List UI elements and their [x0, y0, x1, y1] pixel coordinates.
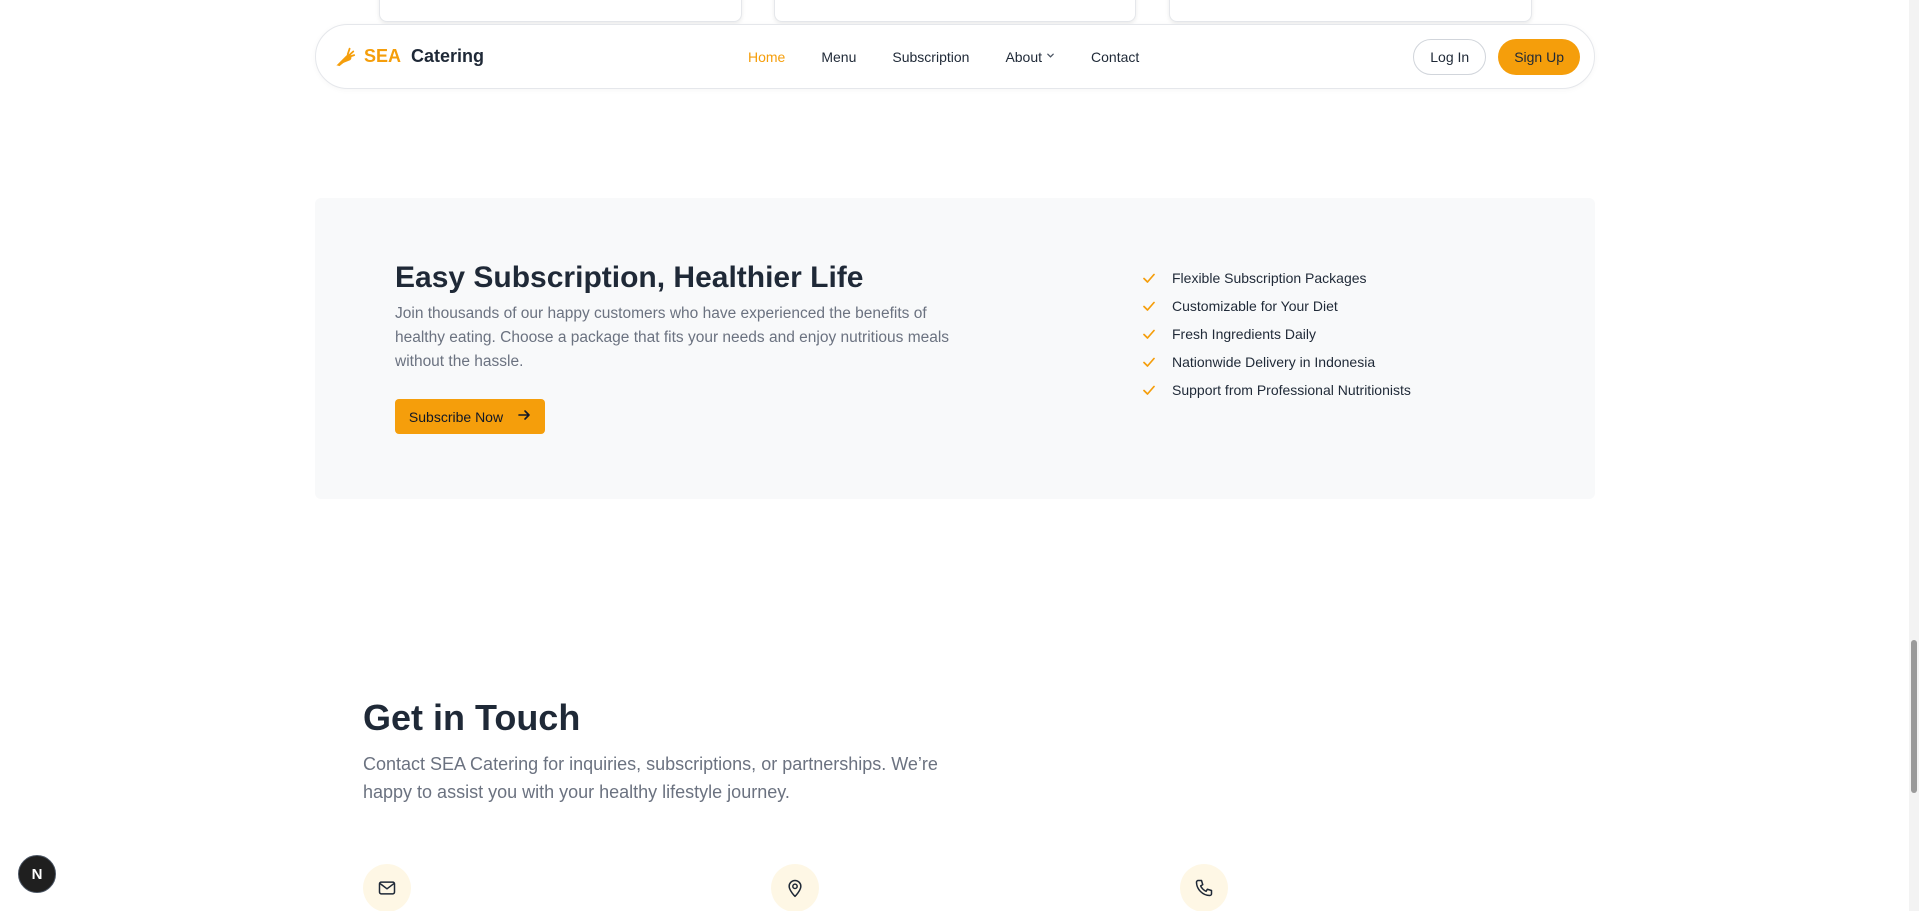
- subscribe-now-button[interactable]: Subscribe Now: [395, 399, 545, 434]
- chevron-down-icon: [1046, 51, 1055, 63]
- feature-item: Fresh Ingredients Daily: [1142, 320, 1411, 348]
- feature-label: Customizable for Your Diet: [1172, 298, 1338, 314]
- brand-name-catering: Catering: [411, 46, 485, 66]
- nav-link-about[interactable]: About: [1005, 49, 1055, 65]
- check-icon: [1142, 299, 1158, 313]
- login-button[interactable]: Log In: [1413, 38, 1487, 75]
- feature-item: Support from Professional Nutritionists: [1142, 376, 1411, 404]
- feature-item: Customizable for Your Diet: [1142, 292, 1411, 320]
- scrollbar[interactable]: [1909, 0, 1919, 911]
- feature-label: Flexible Subscription Packages: [1172, 270, 1367, 286]
- check-icon: [1142, 355, 1158, 369]
- feature-label: Nationwide Delivery in Indonesia: [1172, 354, 1376, 370]
- feature-item: Flexible Subscription Packages: [1142, 264, 1411, 292]
- arrow-right-icon: [517, 408, 531, 425]
- nav-link-menu[interactable]: Menu: [821, 49, 856, 65]
- phone-icon: [1180, 864, 1228, 911]
- brand-logo-link[interactable]: SEA Catering: [334, 25, 484, 88]
- dev-tools-badge[interactable]: N: [18, 855, 56, 893]
- subscription-description: Join thousands of our happy customers wh…: [395, 305, 950, 370]
- menu-card[interactable]: [379, 0, 742, 22]
- menu-card[interactable]: [1169, 0, 1532, 22]
- nav-actions: Log In Sign Up: [1413, 25, 1580, 88]
- nav-link-contact[interactable]: Contact: [1091, 49, 1139, 65]
- signup-button[interactable]: Sign Up: [1498, 38, 1580, 75]
- check-icon: [1142, 327, 1158, 341]
- subscription-title: Easy Subscription, Healthier Life: [395, 261, 864, 294]
- main-nav: Home Menu Subscription About Contact: [748, 25, 1139, 88]
- scrollbar-thumb[interactable]: [1911, 640, 1917, 793]
- menu-card[interactable]: [774, 0, 1136, 22]
- nav-link-subscription[interactable]: Subscription: [892, 49, 969, 65]
- mail-icon: [363, 864, 411, 911]
- page: SEA Catering Home Menu Subscription Abou…: [0, 0, 1919, 911]
- feature-item: Nationwide Delivery in Indonesia: [1142, 348, 1411, 376]
- nav-link-about-label: About: [1005, 48, 1043, 65]
- feature-list: Flexible Subscription Packages Customiza…: [1142, 264, 1411, 404]
- contact-title: Get in Touch: [363, 697, 581, 738]
- map-pin-icon: [771, 864, 819, 911]
- subscription-cta-section: Easy Subscription, Healthier Life Join t…: [315, 198, 1595, 499]
- nav-link-home[interactable]: Home: [748, 49, 785, 65]
- feature-label: Support from Professional Nutritionists: [1172, 382, 1411, 398]
- feature-label: Fresh Ingredients Daily: [1172, 326, 1316, 342]
- contact-description: Contact SEA Catering for inquiries, subs…: [363, 754, 938, 802]
- carrot-icon: [334, 46, 356, 68]
- check-icon: [1142, 383, 1158, 397]
- check-icon: [1142, 271, 1158, 285]
- brand-name-sea: SEA: [364, 46, 402, 66]
- navbar: SEA Catering Home Menu Subscription Abou…: [315, 24, 1595, 89]
- subscribe-now-label: Subscribe Now: [408, 408, 504, 425]
